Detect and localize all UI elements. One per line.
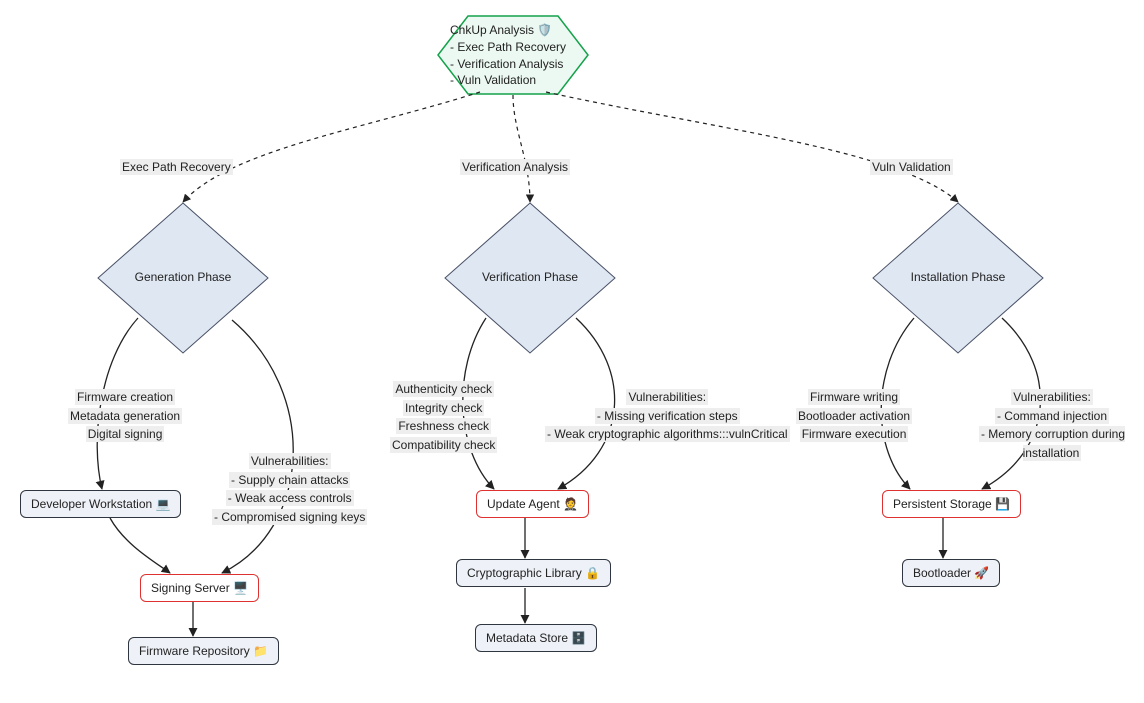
node-developer-workstation: Developer Workstation 💻	[20, 490, 181, 518]
gen-left-edge-label: Firmware creation Metadata generation Di…	[68, 388, 182, 444]
edge-root-to-inst	[546, 92, 958, 202]
branch-label-mid: Verification Analysis	[460, 159, 570, 175]
phase-verification-label: Verification Phase	[450, 270, 610, 284]
node-metadata-store: Metadata Store 🗄️	[475, 624, 597, 652]
edge-dev-to-sign	[110, 518, 170, 573]
root-label: ChkUp Analysis 🛡️ - Exec Path Recovery -…	[450, 22, 580, 89]
edge-gen-to-sign	[222, 320, 293, 573]
branch-label-left: Exec Path Recovery	[120, 159, 233, 175]
node-persistent-storage: Persistent Storage 💾	[882, 490, 1021, 518]
node-firmware-repository: Firmware Repository 📁	[128, 637, 279, 665]
node-bootloader: Bootloader 🚀	[902, 559, 1000, 587]
node-update-agent: Update Agent 🤵	[476, 490, 589, 518]
node-signing-server: Signing Server 🖥️	[140, 574, 259, 602]
phase-generation-label: Generation Phase	[103, 270, 263, 284]
inst-left-edge-label: Firmware writing Bootloader activation F…	[796, 388, 912, 444]
gen-right-edge-label: Vulnerabilities: - Supply chain attacks …	[212, 452, 367, 526]
phase-installation-label: Installation Phase	[878, 270, 1038, 284]
node-crypto-library: Cryptographic Library 🔒	[456, 559, 611, 587]
branch-label-right: Vuln Validation	[870, 159, 953, 175]
ver-left-edge-label: Authenticity check Integrity check Fresh…	[390, 380, 497, 454]
inst-right-edge-label: Vulnerabilities: - Command injection - M…	[960, 388, 1144, 462]
ver-right-edge-label: Vulnerabilities: - Missing verification …	[545, 388, 790, 444]
shield-icon: 🛡️	[537, 23, 552, 37]
edge-root-to-ver	[513, 95, 530, 202]
edge-root-to-gen	[183, 92, 480, 202]
